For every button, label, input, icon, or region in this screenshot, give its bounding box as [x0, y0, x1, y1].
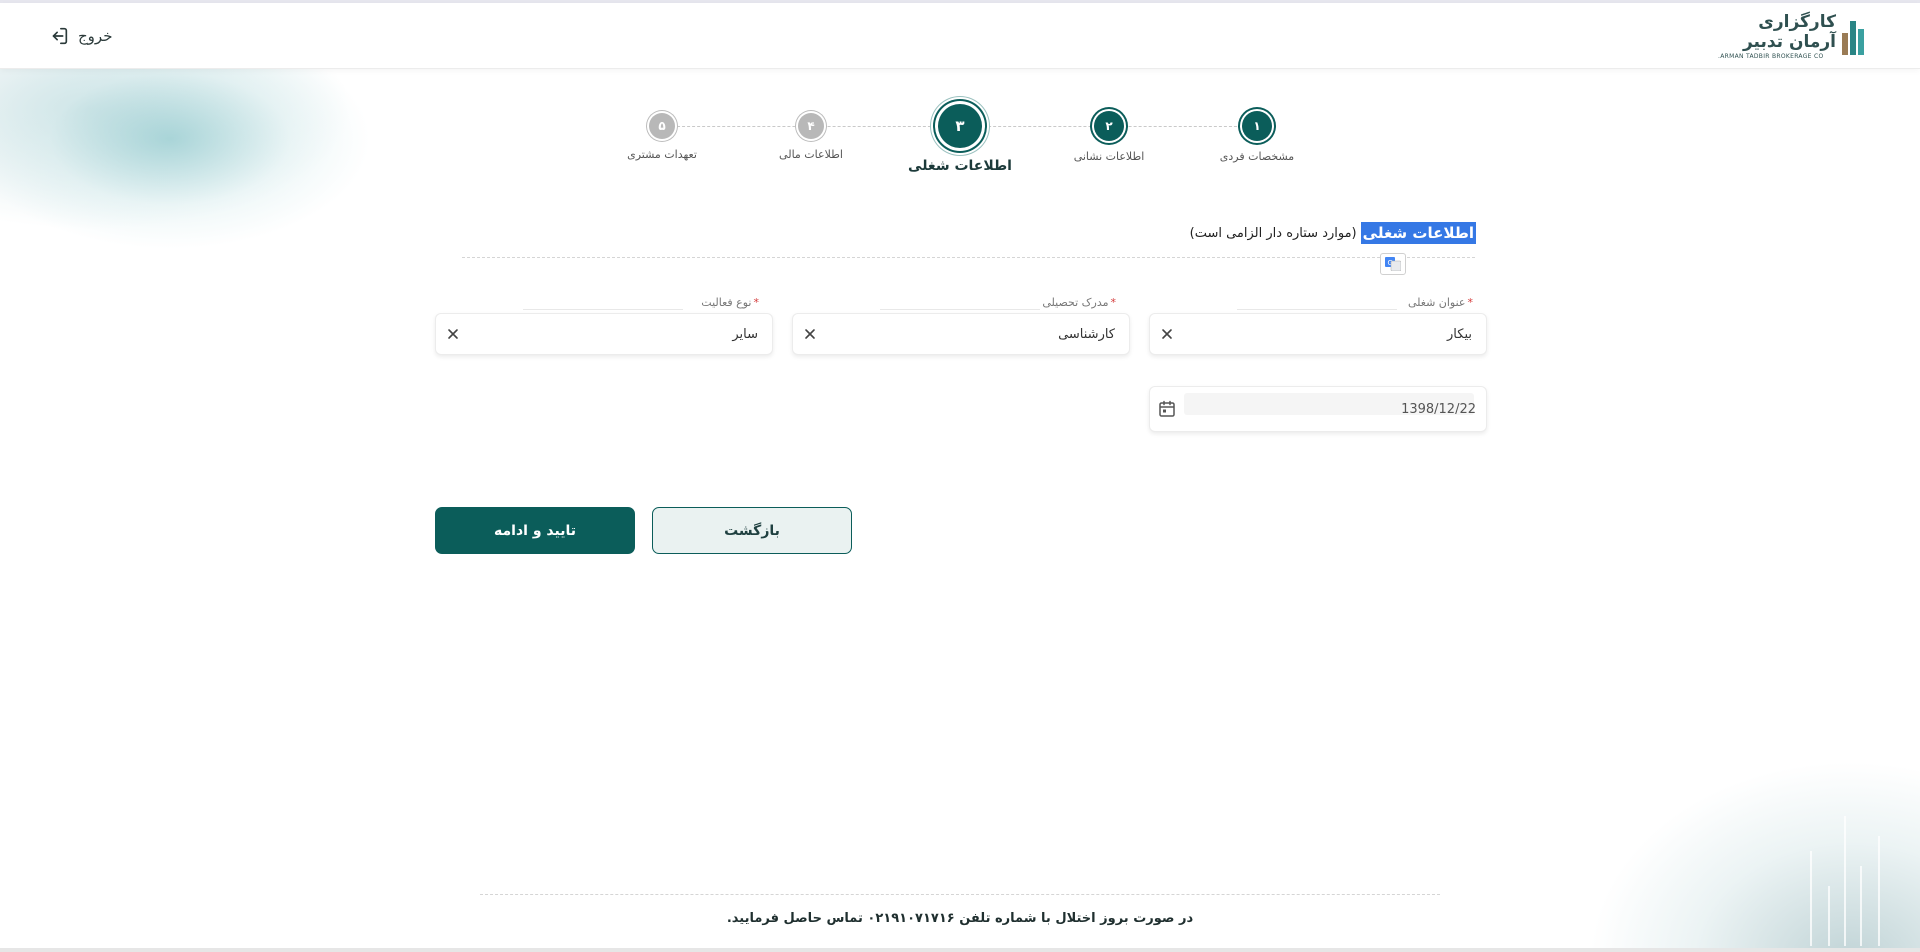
activity-type-value: سایر — [732, 326, 758, 342]
section-title: اطلاعات شغلی — [1360, 222, 1476, 244]
confirm-continue-button[interactable]: تایید و ادامه — [435, 507, 635, 554]
clear-icon[interactable] — [803, 327, 817, 341]
step-number: ۵ — [649, 113, 675, 139]
brand-logo: کارگزاری آرمان تدبیر ARMAN TADBIR BROKER… — [1718, 12, 1864, 60]
step-label: مشخصات فردی — [1219, 150, 1295, 163]
clear-icon[interactable] — [446, 327, 460, 341]
step-customer-commitments[interactable]: ۵ تعهدات مشتری — [592, 98, 732, 161]
progress-stepper: ۱ مشخصات فردی ۲ اطلاعات نشانی ۳ اطلاعات … — [600, 98, 1320, 188]
job-title-label: *عنوان شغلی — [1407, 296, 1474, 309]
date-value: 1398/12/22 — [1401, 401, 1476, 417]
footer-divider — [480, 894, 1440, 895]
logo-text: کارگزاری آرمان تدبیر — [1742, 12, 1836, 52]
section-divider — [462, 257, 1475, 258]
label-underline — [880, 309, 1040, 310]
job-title-value: بیکار — [1447, 326, 1472, 342]
step-address-info[interactable]: ۲ اطلاعات نشانی — [1039, 98, 1179, 163]
step-job-info[interactable]: ۳ اطلاعات شغلی — [890, 98, 1030, 174]
support-phone-note: در صورت بروز اختلال با شماره تلفن ۰۲۱۹۱۰… — [726, 911, 1194, 926]
logo-subtext: ARMAN TADBIR BROKERAGE CO. — [1718, 53, 1824, 60]
calendar-icon[interactable] — [1158, 400, 1176, 418]
google-translate-icon[interactable]: G — [1380, 253, 1406, 275]
step-label: اطلاعات شغلی — [908, 158, 1012, 174]
education-label: *مدرک تحصیلی — [1042, 296, 1116, 309]
date-input[interactable]: 1398/12/22 — [1149, 386, 1487, 432]
header-background-image-left — [0, 69, 470, 259]
step-number: ۴ — [798, 113, 824, 139]
required-asterisk: * — [753, 296, 760, 309]
activity-type-select[interactable]: سایر — [435, 313, 773, 355]
step-financial-info[interactable]: ۴ اطلاعات مالی — [741, 98, 881, 161]
step-label: تعهدات مشتری — [627, 148, 697, 161]
step-personal-info[interactable]: ۱ مشخصات فردی — [1187, 98, 1327, 163]
required-asterisk: * — [1110, 296, 1117, 309]
activity-type-label: *نوع فعالیت — [701, 296, 759, 309]
bottom-border — [0, 948, 1920, 952]
education-value: کارشناسی — [1058, 326, 1115, 342]
job-title-select[interactable]: بیکار — [1149, 313, 1487, 355]
required-asterisk: * — [1467, 296, 1474, 309]
step-label: اطلاعات نشانی — [1073, 150, 1145, 163]
logout-icon — [52, 27, 68, 45]
label-underline — [1237, 309, 1397, 310]
logout-button[interactable]: خروج — [48, 25, 112, 47]
step-number: ۱ — [1242, 111, 1272, 141]
clear-icon[interactable] — [1160, 327, 1174, 341]
required-note: (موارد ستاره دار الزامی است) — [1189, 225, 1357, 241]
step-number: ۲ — [1094, 111, 1124, 141]
step-label: اطلاعات مالی — [779, 148, 843, 161]
back-button[interactable]: بازگشت — [652, 507, 852, 554]
logout-label: خروج — [78, 27, 113, 45]
education-select[interactable]: کارشناسی — [792, 313, 1130, 355]
section-heading: اطلاعات شغلی (موارد ستاره دار الزامی است… — [1190, 222, 1476, 244]
logo-mark-icon — [1842, 19, 1864, 55]
step-number: ۳ — [938, 104, 982, 148]
app-header: خروج کارگزاری آرمان تدبیر ARMAN TADBIR B… — [0, 3, 1920, 69]
label-underline — [523, 309, 683, 310]
